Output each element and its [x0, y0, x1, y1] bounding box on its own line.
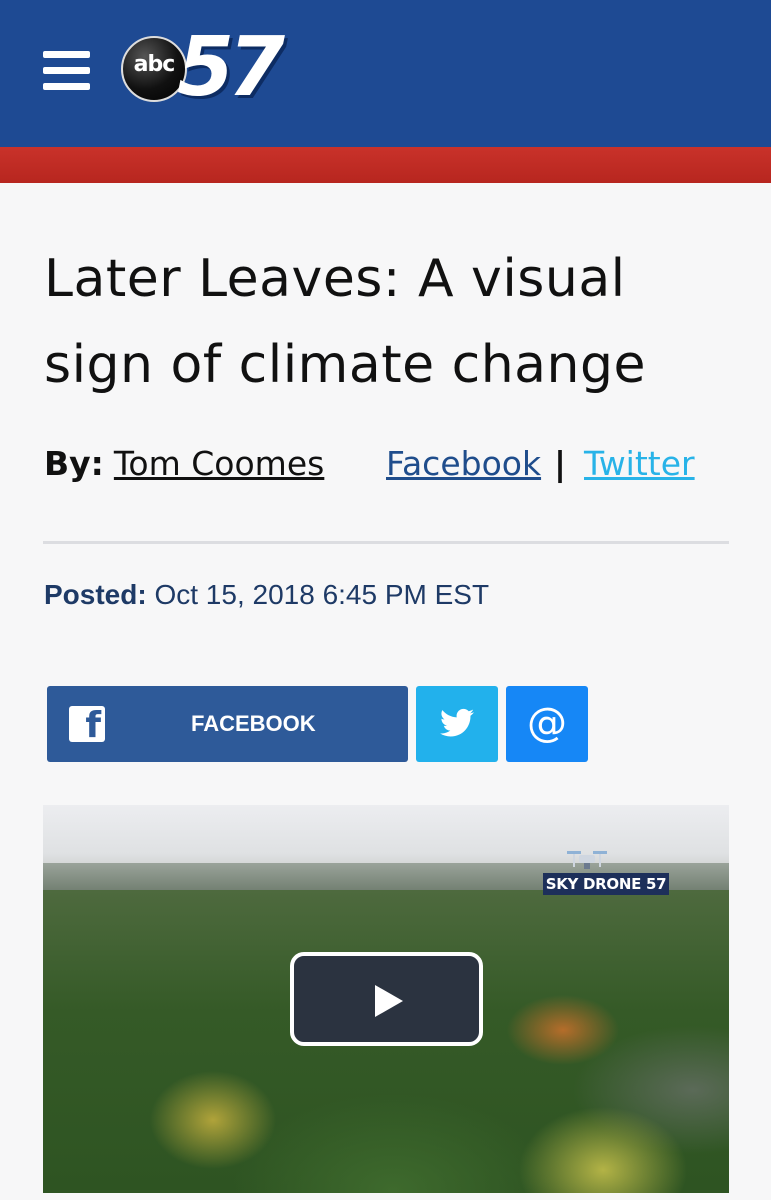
- hamburger-menu-icon[interactable]: [43, 51, 90, 91]
- facebook-icon: f: [69, 705, 105, 746]
- article-headline: Later Leaves: A visual sign of climate c…: [44, 249, 646, 395]
- twitter-bird-icon: [440, 708, 474, 737]
- byline-separator: |: [554, 444, 567, 483]
- byline-prefix: By:: [44, 444, 104, 483]
- header-accent-bar: [0, 147, 771, 183]
- sky-drone-text: SKY DRONE 57: [543, 873, 669, 895]
- share-email-button[interactable]: @: [506, 686, 588, 762]
- sky-drone-badge: SKY DRONE 57: [543, 845, 669, 897]
- divider: [43, 541, 729, 544]
- author-twitter-link[interactable]: Twitter: [584, 444, 695, 483]
- author-link[interactable]: Tom Coomes: [114, 444, 324, 483]
- abc57-logo[interactable]: abc 57: [121, 20, 291, 115]
- posted-label: Posted:: [44, 579, 147, 610]
- video-play-button[interactable]: [290, 952, 483, 1046]
- site-header: abc 57: [0, 0, 771, 147]
- share-facebook-button[interactable]: f FACEBOOK: [47, 686, 408, 762]
- play-icon: [375, 985, 403, 1017]
- share-twitter-button[interactable]: [416, 686, 498, 762]
- video-player[interactable]: SKY DRONE 57: [43, 805, 729, 1193]
- email-at-icon: @: [527, 700, 567, 746]
- posted-date: Posted: Oct 15, 2018 6:45 PM EST: [44, 579, 489, 611]
- author-facebook-link[interactable]: Facebook: [386, 444, 541, 483]
- drone-icon: [567, 851, 607, 869]
- byline: By: Tom Coomes Facebook | Twitter: [44, 444, 695, 488]
- posted-datetime: Oct 15, 2018 6:45 PM EST: [154, 579, 490, 610]
- share-facebook-label: FACEBOOK: [191, 711, 316, 736]
- channel-number: 57: [177, 20, 285, 115]
